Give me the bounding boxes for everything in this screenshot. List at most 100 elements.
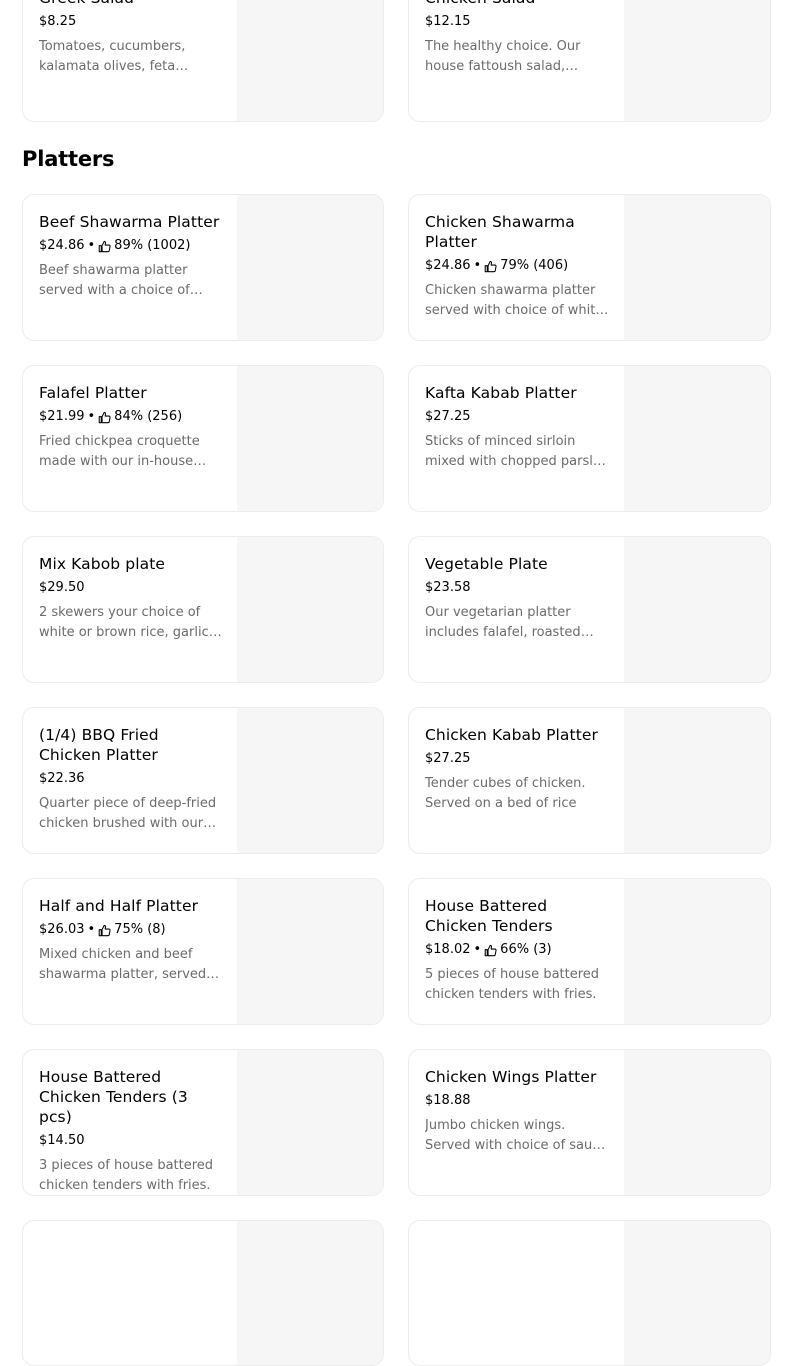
item-rating: 79% (406) [500,258,569,273]
item-name: Vegetable Plate [425,555,548,573]
menu-item-card[interactable]: Mix Kabob plate $29.50 2 skewers your choi… [22,536,384,683]
meta-separator: • [473,258,482,273]
menu-item-card[interactable]: House Battered Chicken Tenders (3 pcs) $1… [22,1049,384,1196]
menu-item-card[interactable]: House Battered Chicken Tenders $18.02 • 66%… [408,878,771,1025]
item-price: $18.02 [425,942,471,957]
item-name: Mix Kabob plate [39,555,166,573]
item-description: Tomatoes, cucumbers, kalamata olives, fe… [39,39,186,74]
item-image [237,879,383,1024]
item-price: $22.36 [39,771,85,786]
item-description: 5 pieces of house battered chicken tende… [425,967,600,1002]
item-info: House Battered Chicken Tenders (3 pcs) $1… [39,1067,225,1195]
meta-separator: • [87,409,96,424]
item-description: The healthy choice. Our house fattoush s… [425,39,581,74]
item-image [237,1221,383,1365]
item-meta: $27.25 [425,408,611,426]
item-price: $8.25 [39,14,77,29]
item-description: 2 skewers your choice of white or brown … [39,605,209,640]
item-price: $23.58 [425,580,471,595]
item-info: House Battered Chicken Tenders $18.02 • 66%… [425,896,611,1005]
item-name: Chicken Salad [425,0,611,8]
menu-item-card[interactable]: Chicken Shawarma Platter $24.86 • 79% (406)… [408,194,771,341]
item-price: $24.86 [425,258,471,273]
menu-item-card[interactable]: Chicken Wings Platter $18.88 Jumbo chicken… [408,1049,771,1196]
item-rating: 89% (1002) [114,238,191,253]
item-price: $29.50 [39,580,85,595]
item-meta: $27.25 [425,750,611,768]
item-image [624,1221,770,1365]
item-image [624,366,770,511]
item-info: Half and Half Platter $26.03 • 75% (8) Mixed… [39,896,225,985]
item-image [237,195,383,340]
item-image [624,879,770,1024]
item-description: 3 pieces of house battered chicken tende… [39,1158,214,1193]
menu-item-card[interactable]: Falafel Platter $21.99 • 84% (256) Fried chi… [22,365,384,512]
item-meta: $18.88 [425,1092,611,1110]
item-info: Kafta Kabab Platter $27.25 Sticks of mince… [425,383,611,472]
item-price: $27.25 [425,751,471,766]
item-info: (1/4) BBQ Fried Chicken Platter $22.36 Qua… [39,725,225,834]
item-description: Our vegetarian platter includes falafel,… [425,605,581,640]
item-image [624,0,770,121]
thumbs-up-icon [98,411,111,423]
menu-item-card[interactable]: Chicken Kabab Platter $27.25 Tender cubes … [408,707,771,854]
item-info: Beef Shawarma Platter $24.86 • 89% (1002) Be… [39,212,225,301]
item-info: Mix Kabob plate $29.50 2 skewers your choi… [39,554,225,643]
item-meta: $23.58 [425,579,611,597]
item-description: Tender cubes of chicken. Served on a bed… [425,776,586,811]
item-meta: $24.86 • 79% (406) [425,257,611,275]
item-rating: 75% (8) [114,922,166,937]
item-info: Chicken Wings Platter $18.88 Jumbo chicken… [425,1067,611,1156]
thumbs-up-icon [484,944,497,956]
menu-item-card[interactable] [408,1220,771,1366]
item-info: Chicken Salad $12.15 The healthy choice.… [425,0,611,77]
section-title: Platters [22,147,115,171]
item-image [237,366,383,511]
menu-item-card[interactable] [22,1220,384,1366]
item-info: Chicken Shawarma Platter $24.86 • 79% (406)… [425,212,611,321]
item-info: Vegetable Plate $23.58 Our vegetarian plat… [425,554,611,643]
item-price: $24.86 [39,238,85,253]
item-name: Chicken Shawarma Platter [425,213,575,251]
item-meta: $24.86 • 89% (1002) [39,237,225,255]
item-name: Half and Half Platter [39,897,199,915]
item-image [237,0,383,121]
item-info: Falafel Platter $21.99 • 84% (256) Fried chi… [39,383,225,472]
item-meta: $29.50 [39,579,225,597]
item-image [624,195,770,340]
item-price: $12.15 [425,14,471,29]
item-description: Quarter piece of deep-fried chicken brus… [39,796,217,831]
item-description: Fried chickpea croquette made with our i… [39,434,200,469]
thumbs-up-icon [98,924,111,936]
item-name: Chicken Wings Platter [425,1068,597,1086]
item-description: Beef shawarma platter served with a choi… [39,263,190,298]
item-description: Jumbo chicken wings. Served with choice … [425,1118,608,1153]
item-description: Sticks of minced sirloin mixed with chop… [425,434,609,469]
item-image [624,708,770,853]
item-meta: $18.02 • 66% (3) [425,941,611,959]
item-name: Falafel Platter [39,384,147,402]
item-rating: 66% (3) [500,942,552,957]
menu-item-card[interactable]: Vegetable Plate $23.58 Our vegetarian plat… [408,536,771,683]
item-price: $14.50 [39,1133,85,1148]
item-name: (1/4) BBQ Fried Chicken Platter [39,726,159,764]
meta-separator: • [473,942,482,957]
menu-item-card[interactable]: Greek Salad $8.25 Tomatoes, cucumbers, k… [22,0,384,122]
meta-separator: • [87,238,96,253]
thumbs-up-icon [484,260,497,272]
item-rating: 84% (256) [114,409,183,424]
menu-item-card[interactable]: Beef Shawarma Platter $24.86 • 89% (1002) Be… [22,194,384,341]
menu-item-card[interactable]: Chicken Salad $12.15 The healthy choice.… [408,0,771,122]
item-price: $27.25 [425,409,471,424]
item-name: Greek Salad [39,0,225,8]
item-description: Mixed chicken and beef shawarma platter,… [39,947,207,982]
item-meta: $21.99 • 84% (256) [39,408,225,426]
item-image [237,708,383,853]
item-meta: $8.25 [39,13,225,31]
item-meta: $22.36 [39,770,225,788]
item-name: Kafta Kabab Platter [425,384,577,402]
menu-item-card[interactable]: Kafta Kabab Platter $27.25 Sticks of mince… [408,365,771,512]
item-name: House Battered Chicken Tenders [425,897,553,935]
menu-item-card[interactable]: Half and Half Platter $26.03 • 75% (8) Mixed… [22,878,384,1025]
menu-item-card[interactable]: (1/4) BBQ Fried Chicken Platter $22.36 Qua… [22,707,384,854]
